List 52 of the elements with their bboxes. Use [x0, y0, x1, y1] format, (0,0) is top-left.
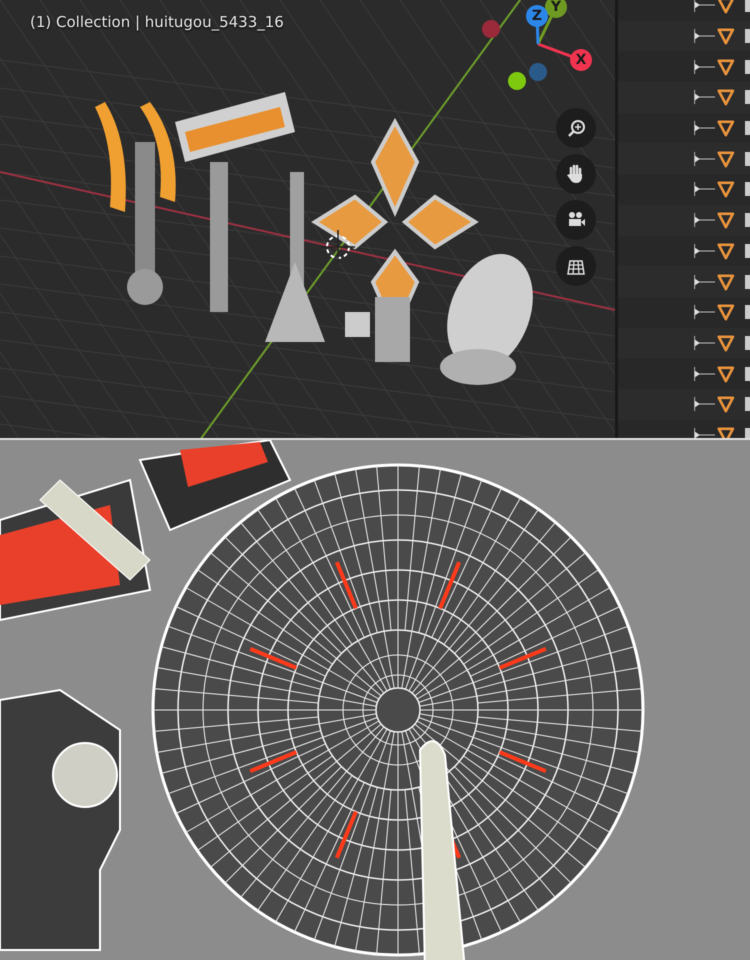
checkbox-edge[interactable] — [744, 366, 750, 381]
mesh-triangle-icon[interactable] — [717, 179, 735, 200]
checkbox-edge[interactable] — [744, 0, 750, 12]
mesh-triangle-icon[interactable] — [717, 332, 735, 353]
checkbox-edge[interactable] — [744, 336, 750, 350]
tree-branch-icon — [692, 274, 715, 290]
tree-branch-icon — [692, 396, 715, 412]
mesh-triangle-icon[interactable] — [717, 118, 735, 138]
checkbox-edge[interactable] — [744, 29, 750, 44]
axis-handle[interactable]: Y — [545, 0, 567, 18]
mesh-triangle-icon[interactable] — [717, 272, 735, 292]
grid-button[interactable] — [556, 246, 596, 286]
tree-branch-icon — [692, 242, 715, 259]
movie-camera-button[interactable] — [556, 200, 596, 240]
hand-button[interactable] — [556, 154, 596, 194]
tree-branch-icon — [692, 28, 715, 44]
mesh-triangle-icon[interactable] — [717, 0, 735, 16]
viewport-info-text: (1) Collection | huitugou_5433_16 — [30, 13, 284, 31]
checkbox-edge[interactable] — [744, 428, 750, 438]
checkbox-edge[interactable] — [744, 90, 750, 104]
tree-branch-icon — [692, 304, 715, 320]
mesh-triangle-icon[interactable] — [717, 240, 735, 261]
mesh-triangle-icon[interactable] — [717, 394, 735, 414]
checkbox-edge[interactable] — [744, 397, 750, 412]
checkbox-edge[interactable] — [744, 244, 750, 258]
mesh-triangle-icon[interactable] — [717, 210, 735, 230]
axis-handle[interactable]: X — [570, 49, 592, 71]
tree-branch-icon — [692, 58, 715, 75]
tree-branch-icon — [692, 89, 715, 106]
checkbox-edge[interactable] — [744, 213, 750, 228]
tree-branch-icon — [692, 212, 715, 228]
checkbox-edge[interactable] — [744, 121, 750, 136]
crosshair-icon — [321, 230, 355, 264]
tree-branch-icon — [692, 366, 715, 382]
mesh-triangle-icon[interactable] — [717, 302, 735, 322]
checkbox-edge[interactable] — [744, 152, 750, 166]
checkbox-edge[interactable] — [744, 182, 750, 196]
tree-branch-icon — [692, 150, 715, 167]
tree-branch-icon — [692, 120, 715, 136]
axis-handle[interactable]: Z — [526, 5, 548, 27]
tree-branch-icon — [692, 334, 715, 351]
checkbox-edge[interactable] — [744, 60, 750, 74]
tree-branch-icon — [692, 0, 715, 14]
zoom-button[interactable] — [556, 108, 596, 148]
mesh-triangle-icon[interactable] — [717, 148, 735, 169]
mesh-triangle-icon[interactable] — [717, 26, 735, 46]
mesh-triangle-icon[interactable] — [717, 364, 735, 384]
mesh-triangle-icon[interactable] — [717, 87, 735, 108]
checkbox-edge[interactable] — [744, 274, 750, 289]
mesh-triangle-icon[interactable] — [717, 56, 735, 77]
checkbox-edge[interactable] — [744, 305, 750, 320]
tree-branch-icon — [692, 181, 715, 198]
